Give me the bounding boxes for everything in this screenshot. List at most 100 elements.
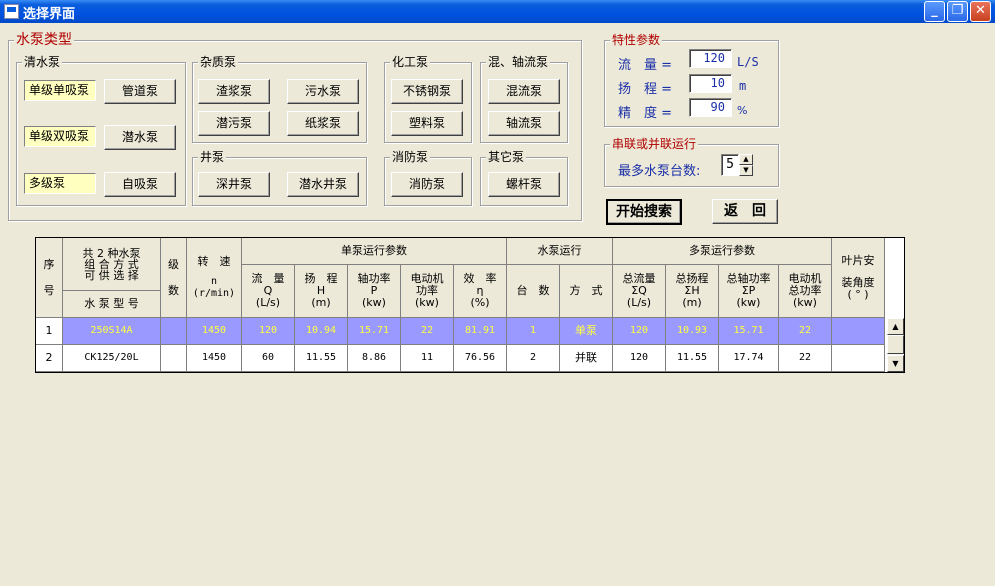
row1-efficiency[interactable]: 81.91	[454, 318, 507, 345]
single-stage-single-suction-label: 单级单吸泵	[24, 80, 96, 101]
row2-flow[interactable]: 60	[242, 345, 295, 372]
row2-count[interactable]: 2	[507, 345, 560, 372]
row2-seq[interactable]: 2	[36, 345, 63, 372]
submersible-pump-button[interactable]: 潜水泵	[104, 125, 176, 150]
flow-unit: L/S	[737, 55, 759, 69]
close-button[interactable]: ✕	[970, 1, 991, 22]
row1-shaft-power[interactable]: 15.71	[348, 318, 401, 345]
row1-total-motor-power[interactable]: 22	[779, 318, 832, 345]
precision-input[interactable]: 90	[689, 98, 732, 117]
params-title: 特性参数	[610, 33, 663, 47]
header-run-mode: 方 式	[560, 265, 613, 318]
scroll-down-icon[interactable]: ▼	[887, 355, 904, 372]
row2-speed[interactable]: 1450	[187, 345, 242, 372]
row2-blade-angle[interactable]	[832, 345, 885, 372]
submersible-well-pump-button[interactable]: 潜水井泵	[287, 172, 359, 197]
row1-total-shaft-power[interactable]: 15.71	[719, 318, 779, 345]
row1-motor-power[interactable]: 22	[401, 318, 454, 345]
fire-pump-button[interactable]: 消防泵	[391, 172, 463, 197]
header-model: 水 泵 型 号	[63, 291, 161, 318]
header-stage: 级 数	[161, 238, 187, 318]
flow-input[interactable]: 120	[689, 49, 732, 68]
max-pump-count-input[interactable]: 5	[721, 154, 739, 176]
row1-mode[interactable]: 单泵	[560, 318, 613, 345]
header-multi-flow: 总流量 ΣQ (L/s)	[613, 265, 666, 318]
header-speed: 转 速 n (r/min)	[187, 238, 242, 318]
pipeline-pump-button[interactable]: 管道泵	[104, 79, 176, 104]
axial-flow-pump-button[interactable]: 轴流泵	[488, 111, 560, 136]
slag-pump-button[interactable]: 渣浆泵	[198, 79, 270, 104]
head-input[interactable]: 10	[689, 74, 732, 93]
stainless-pump-button[interactable]: 不锈钢泵	[391, 79, 463, 104]
row2-shaft-power[interactable]: 8.86	[348, 345, 401, 372]
row1-speed[interactable]: 1450	[187, 318, 242, 345]
precision-unit: %	[737, 104, 748, 117]
header-multi-motor-power: 电动机 总功率 (kw)	[779, 265, 832, 318]
results-table: 序 号 共 2 种水泵 组 合 方 式 可 供 选 择 水 泵 型 号 级 数 …	[35, 237, 905, 373]
row2-mode[interactable]: 并联	[560, 345, 613, 372]
spin-down-button[interactable]: ▼	[739, 165, 753, 176]
row1-stage[interactable]	[161, 318, 187, 345]
well-title: 井泵	[198, 150, 227, 164]
row1-total-flow[interactable]: 120	[613, 318, 666, 345]
header-run-count: 台 数	[507, 265, 560, 318]
back-button[interactable]: 返 回	[712, 199, 778, 224]
header-blade-angle: 叶片安 装角度 ( ° )	[832, 238, 885, 318]
fire-title: 消防泵	[390, 150, 431, 164]
row2-total-shaft-power[interactable]: 17.74	[719, 345, 779, 372]
precision-label: 精 度 =	[618, 106, 673, 121]
plastic-pump-button[interactable]: 塑料泵	[391, 111, 463, 136]
row2-total-flow[interactable]: 120	[613, 345, 666, 372]
title-bar[interactable]: 选择界面 _ ❐ ✕	[0, 0, 995, 23]
header-seq: 序 号	[36, 238, 63, 318]
row2-model[interactable]: CK125/20L	[63, 345, 161, 372]
header-single-shaft-power: 轴功率 P (kw)	[348, 265, 401, 318]
header-multi-head: 总扬程 ΣH (m)	[666, 265, 719, 318]
row1-total-head[interactable]: 10.93	[666, 318, 719, 345]
table-vertical-scrollbar[interactable]: ▲ ▼	[887, 318, 904, 372]
self-priming-pump-button[interactable]: 自吸泵	[104, 172, 176, 197]
row2-total-head[interactable]: 11.55	[666, 345, 719, 372]
window-title: 选择界面	[23, 7, 76, 22]
row2-total-motor-power[interactable]: 22	[779, 345, 832, 372]
clear-water-title: 清水泵	[22, 55, 63, 69]
header-multi-shaft-power: 总轴功率 ΣP (kw)	[719, 265, 779, 318]
row2-efficiency[interactable]: 76.56	[454, 345, 507, 372]
header-run-group: 水泵运行	[507, 238, 613, 265]
app-icon	[4, 4, 19, 19]
spin-up-button[interactable]: ▲	[739, 154, 753, 165]
paper-pulp-pump-button[interactable]: 纸浆泵	[287, 111, 359, 136]
mixed-flow-pump-button[interactable]: 混流泵	[488, 79, 560, 104]
scroll-thumb[interactable]	[887, 335, 904, 354]
single-stage-double-suction-label: 单级双吸泵	[24, 126, 96, 147]
header-single-efficiency: 效 率 η (%)	[454, 265, 507, 318]
row1-count[interactable]: 1	[507, 318, 560, 345]
header-multi-group: 多泵运行参数	[613, 238, 832, 265]
row1-seq[interactable]: 1	[36, 318, 63, 345]
head-label: 扬 程 =	[618, 82, 673, 97]
max-pump-count-label: 最多水泵台数:	[618, 164, 701, 179]
mixed-axial-title: 混、轴流泵	[486, 55, 551, 69]
head-unit: m	[739, 79, 747, 93]
deep-well-pump-button[interactable]: 深井泵	[198, 172, 270, 197]
header-combo: 共 2 种水泵 组 合 方 式 可 供 选 择	[63, 238, 161, 291]
pump-type-title: 水泵类型	[14, 32, 74, 48]
impurity-title: 杂质泵	[198, 55, 239, 69]
submersible-sewage-pump-button[interactable]: 潜污泵	[198, 111, 270, 136]
row1-model[interactable]: 250S14A	[63, 318, 161, 345]
minimize-button[interactable]: _	[924, 1, 945, 22]
start-search-button[interactable]: 开始搜索	[606, 199, 682, 225]
row2-stage[interactable]	[161, 345, 187, 372]
sewage-pump-button[interactable]: 污水泵	[287, 79, 359, 104]
row1-flow[interactable]: 120	[242, 318, 295, 345]
chemical-title: 化工泵	[390, 55, 431, 69]
other-title: 其它泵	[486, 150, 527, 164]
restore-button[interactable]: ❐	[947, 1, 968, 22]
row2-motor-power[interactable]: 11	[401, 345, 454, 372]
screw-pump-button[interactable]: 螺杆泵	[488, 172, 560, 197]
row1-head[interactable]: 10.94	[295, 318, 348, 345]
header-single-group: 单泵运行参数	[242, 238, 507, 265]
row2-head[interactable]: 11.55	[295, 345, 348, 372]
row1-blade-angle[interactable]	[832, 318, 885, 345]
scroll-up-icon[interactable]: ▲	[887, 318, 904, 335]
